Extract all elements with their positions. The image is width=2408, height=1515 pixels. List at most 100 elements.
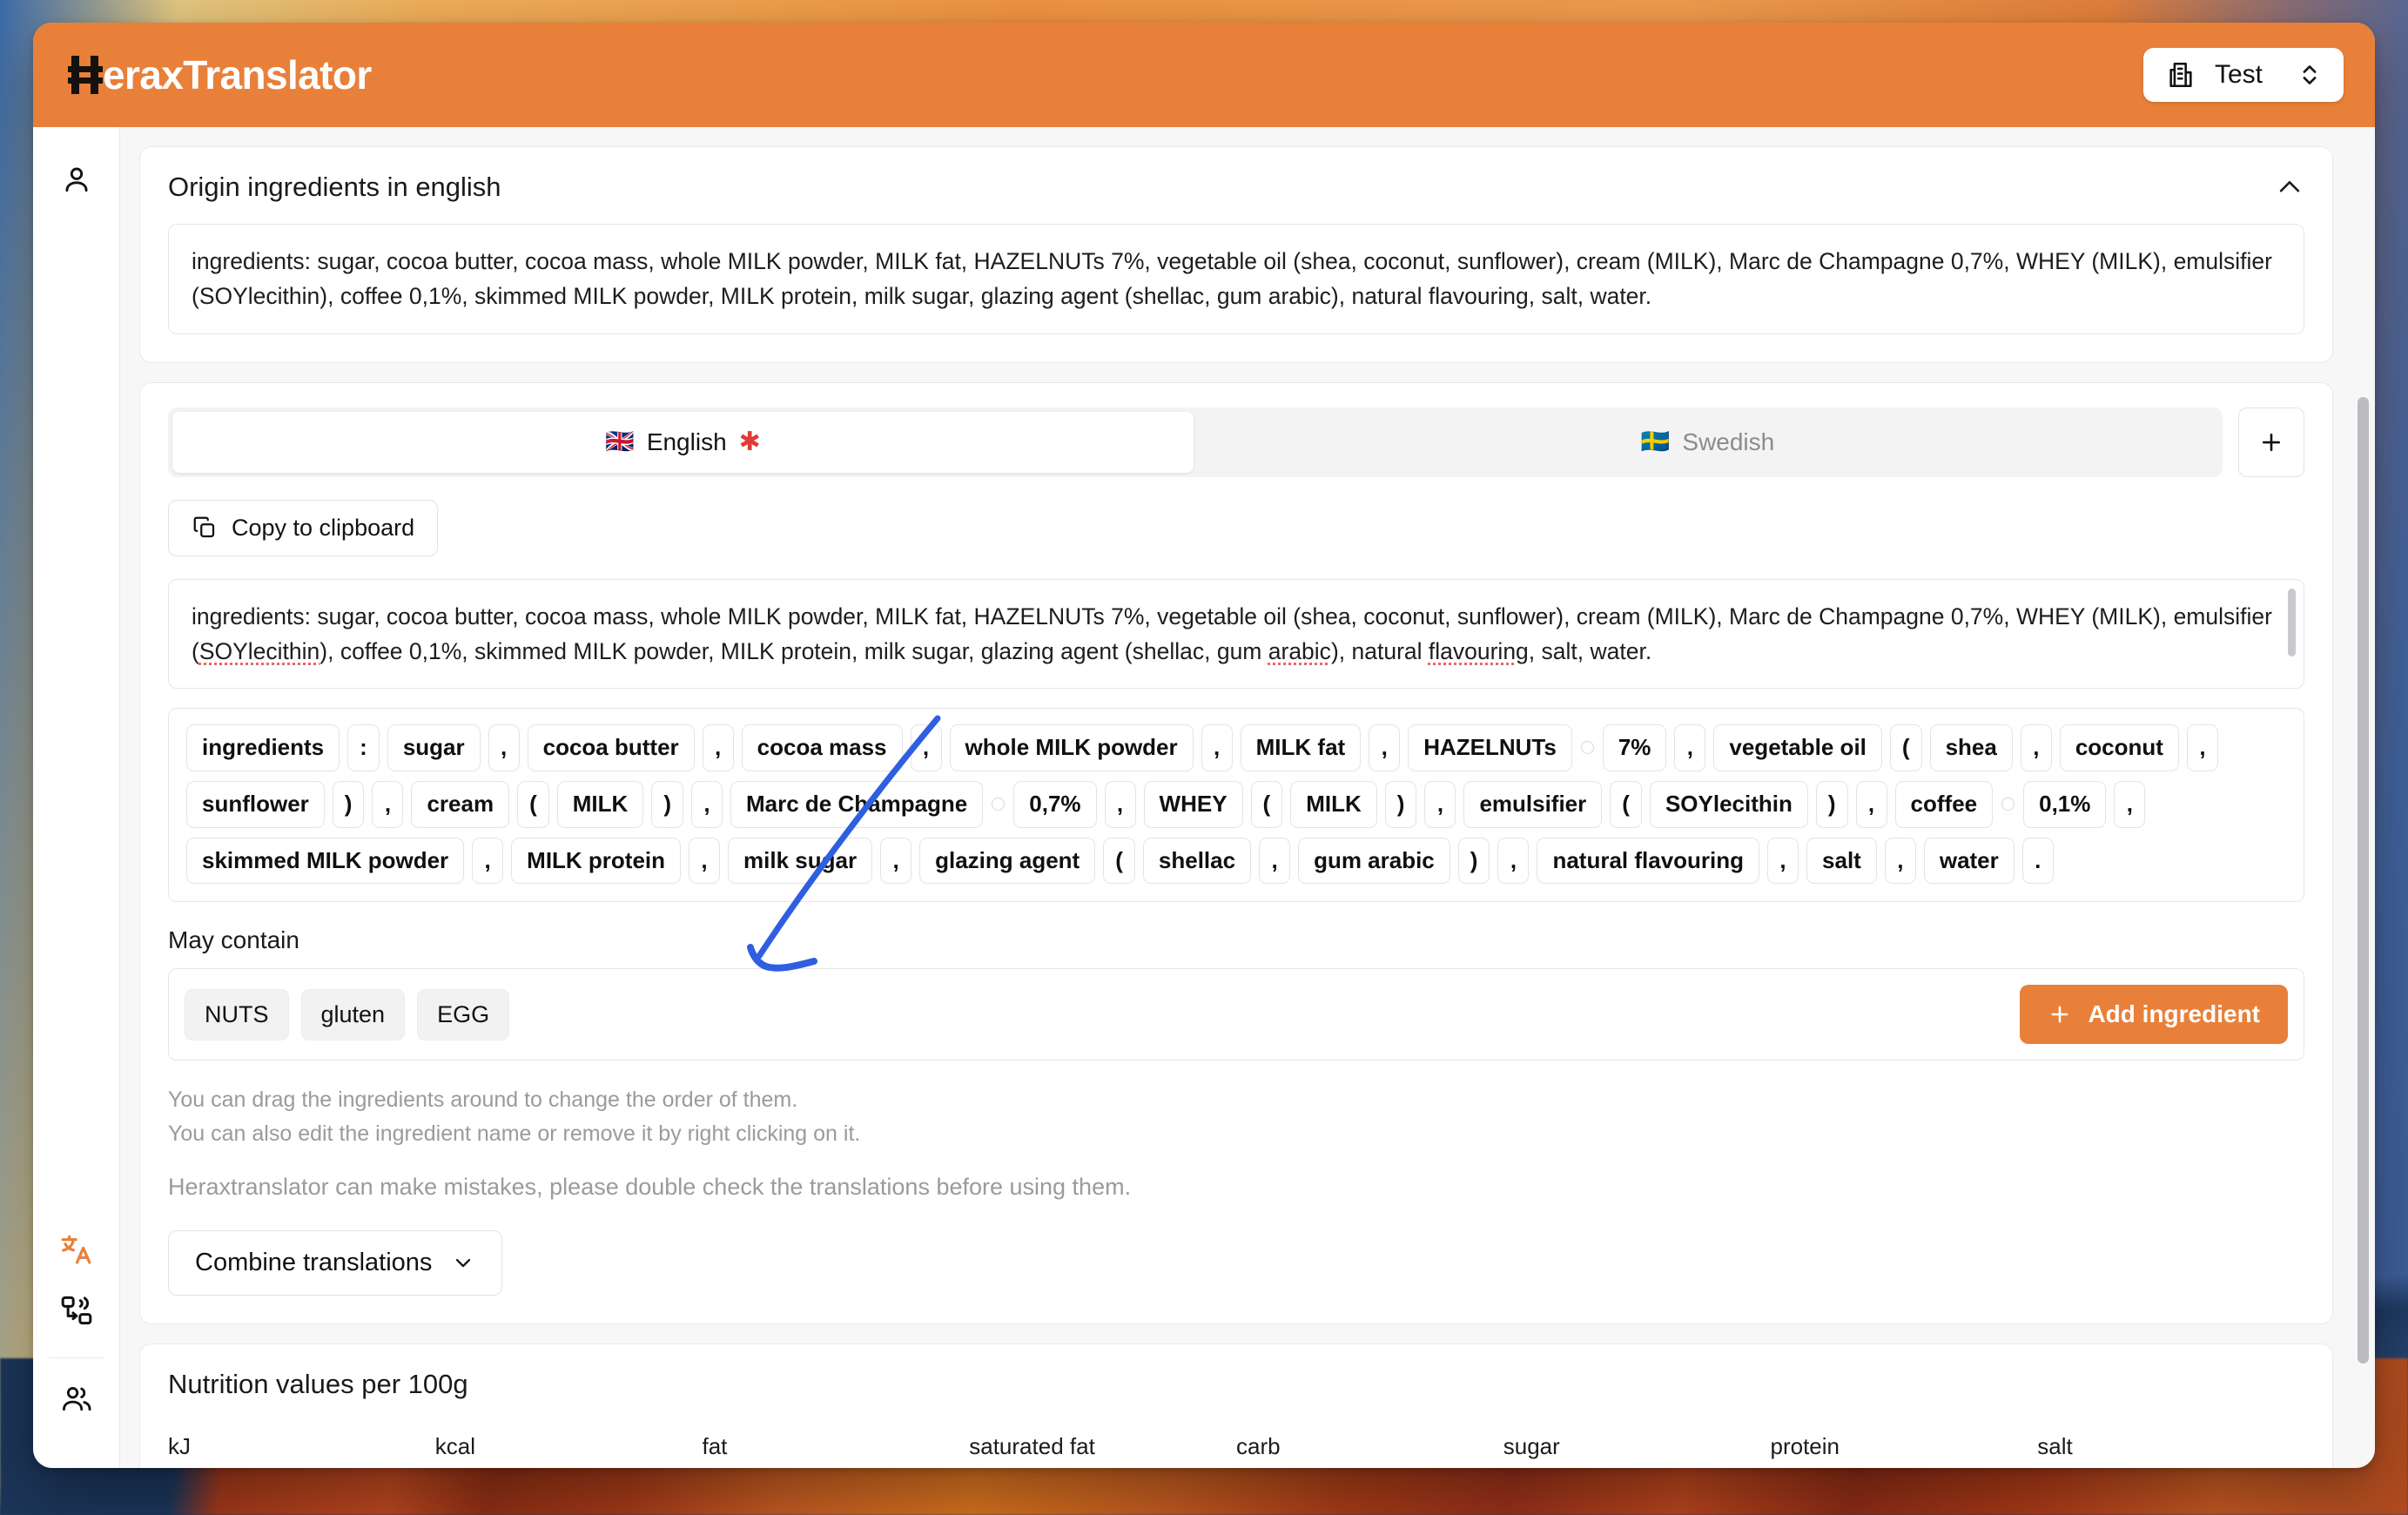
punctuation-chip[interactable]: ,	[488, 724, 520, 771]
punctuation-chip[interactable]: ,	[472, 837, 504, 885]
punctuation-chip[interactable]: )	[1815, 780, 1848, 828]
tab-swedish[interactable]: 🇸🇪 Swedish	[1197, 412, 2218, 473]
org-switcher[interactable]: Test	[2143, 48, 2344, 102]
punctuation-chip[interactable]: ,	[702, 724, 734, 771]
chevron-up-icon[interactable]	[2275, 172, 2304, 202]
ingredient-chip[interactable]: cream	[411, 780, 510, 828]
ingredient-chip[interactable]: whole MILK powder	[949, 724, 1194, 771]
punctuation-chip[interactable]: (	[1250, 780, 1283, 828]
punctuation-chip[interactable]: )	[1384, 780, 1417, 828]
may-contain-chip[interactable]: EGG	[417, 988, 510, 1040]
ingredient-chip[interactable]: milk sugar	[728, 837, 873, 885]
punctuation-chip[interactable]: (	[517, 780, 549, 828]
sidebar-item-translate[interactable]	[49, 1222, 104, 1277]
may-contain-chip[interactable]: NUTS	[185, 988, 289, 1040]
main-scrollbar-thumb[interactable]	[2358, 397, 2369, 1364]
ingredient-chip[interactable]: skimmed MILK powder	[186, 837, 465, 885]
ingredient-chip[interactable]: sunflower	[186, 780, 325, 828]
app-logo[interactable]: eraxTranslator	[68, 54, 372, 96]
ingredient-chip[interactable]: shellac	[1142, 837, 1252, 885]
punctuation-chip[interactable]: (	[1889, 724, 1922, 771]
main-scrollbar[interactable]	[2356, 127, 2370, 1468]
ingredient-chip[interactable]: SOYlecithin	[1649, 780, 1808, 828]
textarea-scrollbar[interactable]	[2288, 588, 2296, 656]
punctuation-chip[interactable]: ,	[1201, 724, 1233, 771]
tab-english-label: English	[646, 428, 727, 455]
ingredient-chip[interactable]: MILK	[556, 780, 644, 828]
combine-translations-button[interactable]: Combine translations	[168, 1229, 503, 1296]
ingredient-chips-container[interactable]: ingredients: sugar, cocoa butter, cocoa mas…	[168, 708, 2304, 903]
copy-to-clipboard-label: Copy to clipboard	[232, 514, 415, 541]
punctuation-chip[interactable]: ,	[1767, 837, 1799, 885]
punctuation-chip[interactable]: )	[332, 780, 365, 828]
punctuation-chip[interactable]: ,	[1424, 780, 1456, 828]
punctuation-chip[interactable]: ,	[2186, 724, 2218, 771]
tab-english[interactable]: 🇬🇧 English ✱	[172, 411, 1194, 473]
ingredient-chip[interactable]: 0,1%	[2023, 780, 2107, 828]
ingredient-chip[interactable]: cocoa mass	[741, 724, 903, 771]
punctuation-chip[interactable]: :	[347, 724, 380, 771]
punctuation-chip[interactable]: ,	[2114, 780, 2146, 828]
ingredient-chip[interactable]: MILK	[1290, 780, 1377, 828]
ingredient-chip[interactable]: shea	[1929, 724, 2013, 771]
users-icon	[60, 1382, 93, 1415]
ingredient-chip[interactable]: ingredients	[186, 724, 340, 771]
sidebar-bottom-group	[48, 1222, 104, 1468]
punctuation-chip[interactable]: ,	[372, 780, 404, 828]
punctuation-chip[interactable]: ,	[1884, 837, 1916, 885]
translation-textarea[interactable]: ingredients: sugar, cocoa butter, cocoa …	[168, 578, 2304, 690]
punctuation-chip[interactable]: (	[1103, 837, 1135, 885]
ingredient-chip[interactable]: cocoa butter	[527, 724, 695, 771]
punctuation-chip[interactable]: ,	[910, 724, 942, 771]
ingredient-chip[interactable]: emulsifier	[1463, 780, 1603, 828]
sidebar-item-convert[interactable]	[49, 1283, 104, 1338]
ingredient-chip[interactable]: water	[1923, 837, 2015, 885]
ingredient-chip[interactable]: natural flavouring	[1537, 837, 1760, 885]
ingredient-chip[interactable]: HAZELNUTs	[1408, 724, 1572, 771]
ingredient-chip[interactable]: coffee	[1894, 780, 1994, 828]
punctuation-chip[interactable]: (	[1610, 780, 1642, 828]
punctuation-chip[interactable]: .	[2021, 837, 2054, 885]
punctuation-chip[interactable]: ,	[1497, 837, 1530, 885]
copy-to-clipboard-button[interactable]: Copy to clipboard	[168, 499, 439, 556]
add-language-button[interactable]	[2238, 407, 2304, 477]
punctuation-chip[interactable]: )	[651, 780, 683, 828]
app-body: Origin ingredients in english ingredient…	[33, 127, 2375, 1468]
space-marker-icon[interactable]	[2001, 798, 2015, 811]
sidebar-item-team[interactable]	[49, 1370, 104, 1426]
main-scroll-area[interactable]: Origin ingredients in english ingredient…	[120, 127, 2375, 1468]
punctuation-chip[interactable]: ,	[1855, 780, 1887, 828]
punctuation-chip[interactable]: ,	[689, 837, 721, 885]
ingredient-chip[interactable]: Marc de Champagne	[730, 780, 984, 828]
ingredient-chip[interactable]: MILK protein	[511, 837, 682, 885]
nutrition-card: Nutrition values per 100g kJ kcal fat satur…	[139, 1343, 2333, 1468]
ingredient-chip[interactable]: 0,7%	[1013, 780, 1097, 828]
may-contain-chips: NUTS gluten EGG	[185, 988, 510, 1040]
ingredient-chip[interactable]: 7%	[1602, 724, 1667, 771]
origin-ingredients-text[interactable]: ingredients: sugar, cocoa butter, cocoa …	[168, 224, 2304, 334]
punctuation-chip[interactable]: ,	[690, 780, 723, 828]
ingredient-chip[interactable]: glazing agent	[919, 837, 1096, 885]
punctuation-chip[interactable]: ,	[1369, 724, 1401, 771]
ingredient-chip[interactable]: salt	[1806, 837, 1877, 885]
ingredient-chip[interactable]: coconut	[2059, 724, 2179, 771]
ingredient-chip[interactable]: WHEY	[1143, 780, 1243, 828]
nutrition-column-header: salt	[2037, 1432, 2073, 1459]
space-marker-icon[interactable]	[992, 798, 1006, 811]
punctuation-chip[interactable]: ,	[880, 837, 912, 885]
may-contain-container: NUTS gluten EGG Add ingredient	[168, 968, 2304, 1061]
punctuation-chip[interactable]: ,	[1259, 837, 1291, 885]
origin-card-header[interactable]: Origin ingredients in english	[168, 172, 2304, 203]
may-contain-chip[interactable]: gluten	[300, 988, 406, 1040]
add-ingredient-button[interactable]: Add ingredient	[2020, 985, 2288, 1045]
ingredient-chip[interactable]: sugar	[387, 724, 481, 771]
punctuation-chip[interactable]: )	[1457, 837, 1490, 885]
punctuation-chip[interactable]: ,	[2020, 724, 2052, 771]
ingredient-chip[interactable]: gum arabic	[1298, 837, 1450, 885]
sidebar-item-profile[interactable]	[49, 152, 104, 207]
space-marker-icon[interactable]	[1580, 741, 1594, 755]
punctuation-chip[interactable]: ,	[1104, 780, 1136, 828]
ingredient-chip[interactable]: MILK fat	[1240, 724, 1362, 771]
punctuation-chip[interactable]: ,	[1674, 724, 1706, 771]
ingredient-chip[interactable]: vegetable oil	[1713, 724, 1882, 771]
